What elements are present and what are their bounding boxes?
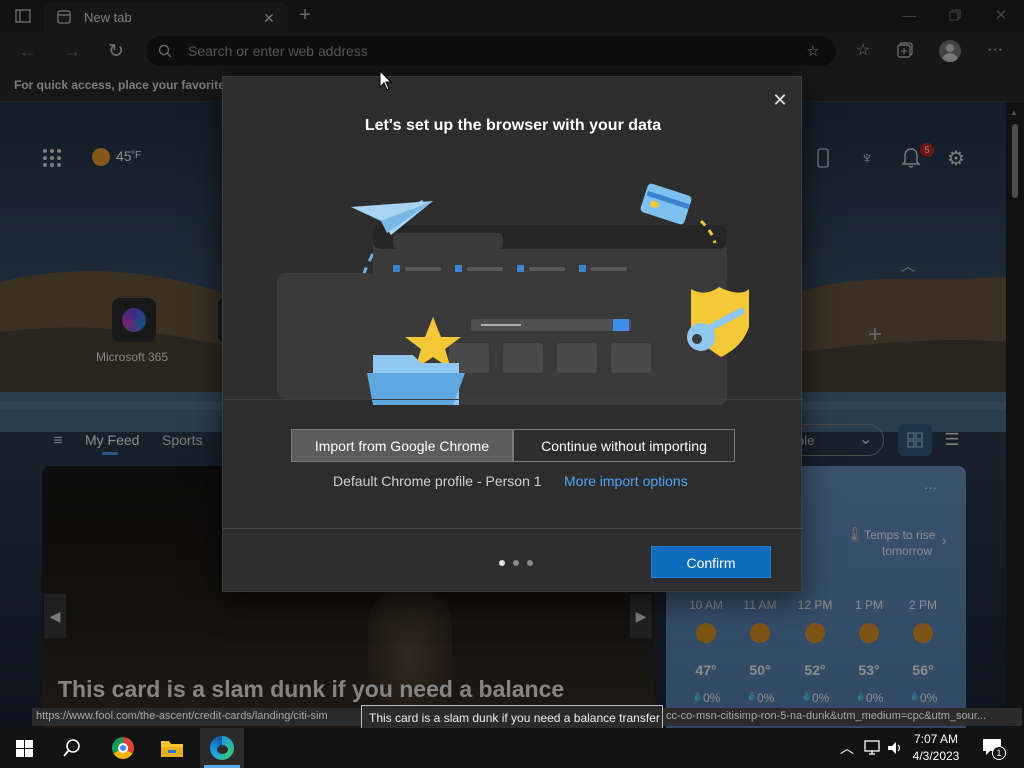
network-icon[interactable] (862, 740, 882, 756)
edge-icon (210, 736, 234, 760)
page-dot (527, 560, 533, 566)
divider (223, 399, 803, 400)
status-url-right: cc-co-msn-citisimp-ron-5-na-dunk&utm_med… (666, 710, 987, 722)
confirm-button[interactable]: Confirm (651, 546, 771, 578)
dialog-close-icon[interactable]: ✕ (769, 89, 791, 111)
import-from-chrome-button[interactable]: Import from Google Chrome (291, 429, 513, 462)
windows-start-icon[interactable] (16, 740, 33, 757)
import-illustration (277, 183, 749, 405)
edge-taskbar-button[interactable] (200, 728, 244, 768)
divider (223, 528, 803, 529)
volume-icon[interactable] (886, 740, 904, 756)
link-tooltip: This card is a slam dunk if you need a b… (361, 705, 663, 729)
show-hidden-icons-chevron-icon[interactable]: ︿ (838, 738, 856, 758)
status-url-left: https://www.fool.com/the-ascent/credit-c… (36, 710, 328, 722)
dialog-title: Let's set up the browser with your data (364, 117, 662, 134)
taskbar-search-icon[interactable] (62, 738, 82, 758)
import-button-label: Import from Google Chrome (314, 438, 490, 454)
mouse-cursor-icon (379, 70, 393, 91)
page-dot-active (499, 560, 505, 566)
taskbar: ︿ 7:07 AM 4/3/2023 1 (0, 728, 1024, 768)
skip-button-label: Continue without importing (541, 438, 707, 454)
confirm-button-label: Confirm (686, 555, 736, 571)
continue-without-importing-button[interactable]: Continue without importing (513, 429, 735, 462)
import-data-dialog: ✕ Let's set up the browser with your dat… (222, 76, 803, 592)
more-import-options-link[interactable]: More import options (564, 473, 688, 489)
tooltip-text: This card is a slam dunk if you need a b… (369, 711, 660, 725)
clock-date[interactable]: 4/3/2023 (906, 749, 966, 763)
file-explorer-icon[interactable] (160, 738, 184, 758)
chrome-icon[interactable] (112, 737, 134, 759)
action-center-badge: 1 (992, 746, 1006, 760)
profile-text: Default Chrome profile - Person 1 (333, 473, 542, 489)
clock-time[interactable]: 7:07 AM (906, 732, 966, 746)
page-dot (513, 560, 519, 566)
